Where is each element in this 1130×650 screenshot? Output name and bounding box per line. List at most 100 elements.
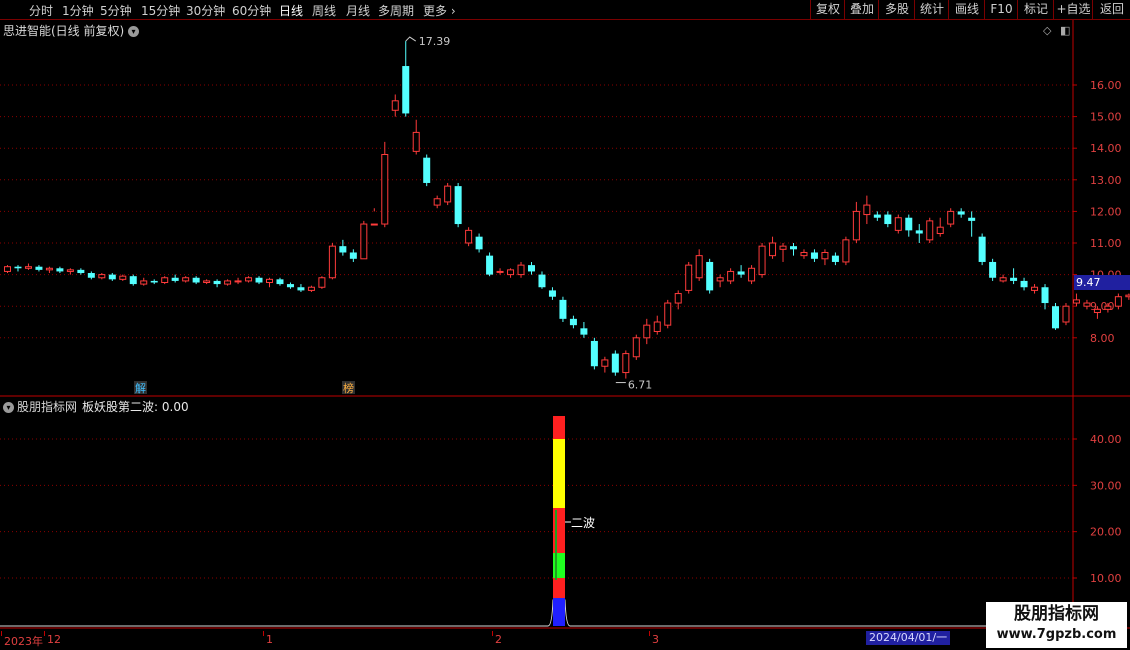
candle-body [192, 277, 200, 283]
candle-body [1041, 287, 1049, 304]
candle-body [507, 269, 515, 276]
current-price-tag: 9.47 [1074, 275, 1130, 290]
candle-body [1010, 277, 1018, 281]
candle-body [234, 280, 242, 283]
candle-body [873, 214, 881, 218]
candle-body [98, 274, 106, 279]
candle-body [632, 337, 640, 358]
signal-label: 二波 [571, 516, 595, 530]
candle-body [423, 157, 431, 183]
candle-body [685, 264, 693, 291]
candle-body [517, 264, 525, 276]
candle-body [559, 299, 567, 319]
candle-body [758, 245, 766, 276]
candle-body [957, 211, 965, 215]
candle-body [412, 131, 420, 152]
candle-body [24, 266, 32, 269]
candle-body [1104, 305, 1112, 310]
candle-body [748, 267, 756, 282]
candle-body [391, 100, 399, 111]
indicator-tick-label: 40.00 [1090, 433, 1122, 446]
date-tick [263, 631, 264, 636]
candle-body [643, 324, 651, 339]
date-label-4: 3 [652, 633, 659, 646]
candle-body [653, 321, 661, 332]
candle-body [1072, 299, 1080, 304]
candle-body [695, 255, 703, 279]
signal-bar-segment [553, 416, 565, 439]
candle-body [266, 278, 273, 283]
candle-body [905, 217, 913, 231]
price-tick-label: 14.00 [1090, 142, 1122, 155]
candle-body [831, 255, 839, 262]
candle-body [87, 273, 95, 278]
candle-body [569, 318, 577, 326]
candle-body [307, 286, 315, 291]
signal-bar-segment [553, 508, 565, 553]
candle-body [664, 302, 672, 326]
candle-body [56, 268, 64, 272]
candle-body [842, 239, 850, 263]
candle-body [318, 277, 326, 288]
candle-body [276, 279, 284, 285]
candle-body [790, 246, 797, 250]
indicator-tick-label: 20.00 [1090, 526, 1122, 539]
marker-1: 榜 [343, 381, 354, 395]
date-label-1: 12 [47, 633, 61, 646]
candle-body [936, 226, 944, 235]
signal-bar-segment [553, 553, 565, 578]
candle-body [1020, 280, 1028, 288]
candle-body [821, 251, 829, 260]
candle-body [580, 328, 588, 335]
candle-body [1031, 286, 1039, 291]
date-tick [492, 631, 493, 636]
candle-body [1114, 296, 1122, 307]
candle-body [213, 280, 221, 285]
candle-body [454, 186, 462, 225]
candle-body [349, 252, 357, 259]
candle-body [622, 353, 630, 374]
price-tick-label: 11.00 [1090, 237, 1122, 250]
candle-body [224, 280, 232, 285]
candle-body [35, 266, 43, 270]
candle-body [716, 277, 724, 282]
signal-bar-segment [553, 439, 565, 508]
indicator-line [0, 599, 1073, 627]
candle-body [548, 290, 556, 297]
candle-body [915, 230, 923, 234]
candle-body [884, 214, 892, 225]
candle-body [182, 277, 190, 282]
price-tick-label: 16.00 [1090, 79, 1122, 92]
candle-body [14, 266, 22, 269]
candle-body [779, 245, 787, 250]
candle-body [999, 277, 1007, 282]
date-axis: 2023年 12 1 2 3 [0, 631, 1130, 650]
candle-body [968, 217, 976, 221]
candle-body [737, 271, 745, 275]
candle-body [486, 255, 494, 275]
candle-body [66, 269, 74, 272]
price-tick-label: 15.00 [1090, 111, 1122, 124]
candle-body [800, 251, 808, 257]
candle-body [1125, 294, 1130, 298]
candle-body [475, 236, 483, 250]
low-label: 6.71 [628, 379, 653, 392]
candle-body [810, 252, 818, 259]
date-tick [44, 631, 45, 636]
candle-body [538, 274, 546, 288]
kline-chart[interactable]: 16.0015.0014.0013.0012.0011.0010.009.008… [0, 0, 1130, 650]
candle-body [286, 284, 294, 288]
watermark-logo: 股朋指标网 www.7gpzb.com [986, 602, 1127, 648]
candle-body [1083, 302, 1091, 307]
candle-body [590, 340, 598, 367]
candle-body [496, 270, 504, 273]
candle-body [140, 280, 148, 285]
date-tick [1, 631, 2, 636]
candle-body [171, 277, 179, 281]
candle-body [769, 242, 777, 257]
candle-body [674, 293, 682, 304]
candle-body [852, 210, 860, 241]
candle-body [863, 204, 871, 216]
candle-body [381, 154, 389, 225]
candle-body [1052, 306, 1059, 329]
